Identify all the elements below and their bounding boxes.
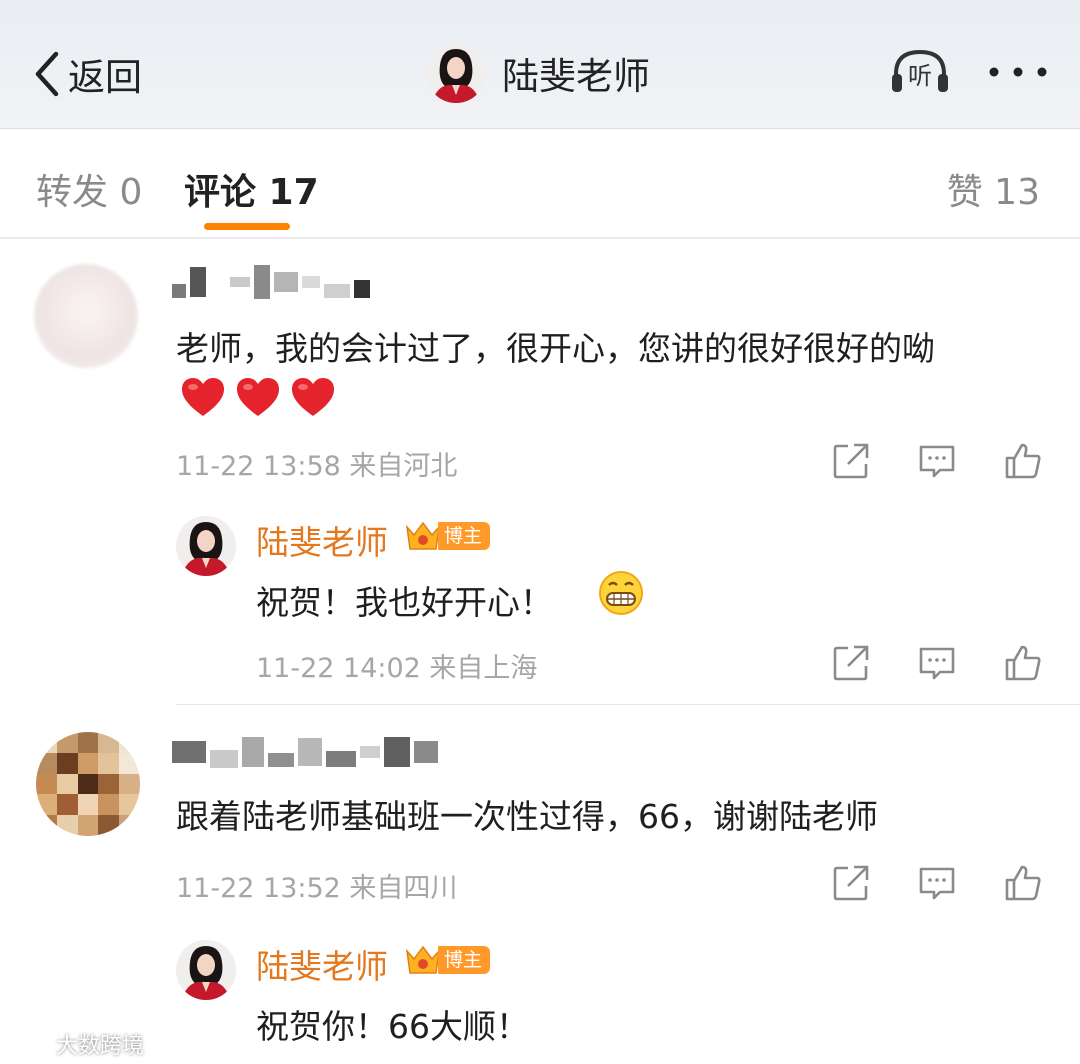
reply-author-avatar[interactable] xyxy=(176,516,236,576)
active-tab-indicator xyxy=(204,223,290,230)
like-icon[interactable] xyxy=(1004,442,1042,480)
tab-comments[interactable]: 评论 17 xyxy=(184,163,319,215)
like-icon[interactable] xyxy=(1004,864,1042,902)
comment-text: 老师，我的会计过了，很开心，您讲的很好很好的呦 xyxy=(176,329,935,368)
profile-avatar[interactable] xyxy=(426,43,486,103)
grin-emoji xyxy=(599,571,643,615)
page-title: 陆斐老师 xyxy=(502,55,650,98)
like-icon[interactable] xyxy=(1004,644,1042,682)
repost-icon[interactable] xyxy=(832,864,870,902)
comment-icon[interactable] xyxy=(918,644,956,682)
comment-text: 跟着陆老师基础班一次性过得，66，谢谢陆老师 xyxy=(176,797,878,836)
back-label: 返回 xyxy=(68,56,142,99)
crown-icon xyxy=(405,945,441,974)
comment-icon[interactable] xyxy=(918,864,956,902)
tab-forward[interactable]: 转发 0 xyxy=(36,163,142,215)
comment-actions xyxy=(832,442,1042,480)
badge-label: 博主 xyxy=(438,522,491,550)
reply-actions xyxy=(832,644,1042,682)
comment-meta: 11-22 13:58 来自河北 xyxy=(176,451,458,482)
repost-icon[interactable] xyxy=(832,442,870,480)
back-button[interactable]: 返回 xyxy=(30,46,142,102)
badge-label: 博主 xyxy=(438,946,491,974)
reply-text: 祝贺！我也好开心！ xyxy=(256,583,553,622)
commenter-avatar[interactable] xyxy=(36,732,140,836)
listen-button[interactable]: 听 xyxy=(888,44,952,100)
watermark-logo-icon xyxy=(10,1034,48,1054)
blogger-badge: 博主 xyxy=(404,520,491,552)
top-nav-bar: 返回 陆斐老师 听 xyxy=(0,0,1080,129)
reply-author-name[interactable]: 陆斐老师 xyxy=(256,940,388,988)
reply-meta: 11-22 14:02 来自上海 xyxy=(256,653,538,684)
reply-author-avatar[interactable] xyxy=(176,940,236,1000)
profile-title[interactable]: 陆斐老师 xyxy=(426,42,650,104)
comment-icon[interactable] xyxy=(918,442,956,480)
comment-emoji-row xyxy=(180,376,345,418)
tab-likes[interactable]: 赞 13 xyxy=(947,163,1040,215)
blogger-badge: 博主 xyxy=(404,944,491,976)
heart-emoji xyxy=(292,378,334,416)
comment-divider xyxy=(176,704,1080,705)
commenter-name-redacted[interactable] xyxy=(172,262,370,302)
comment-meta: 11-22 13:52 来自四川 xyxy=(176,873,458,904)
watermark: 大数跨境 xyxy=(8,1028,144,1060)
listen-label: 听 xyxy=(908,62,932,90)
heart-emoji xyxy=(182,378,224,416)
comment-actions xyxy=(832,864,1042,902)
comment-tabs: 转发 0 评论 17 赞 13 xyxy=(0,129,1080,239)
chevron-left-icon xyxy=(35,51,59,97)
heart-emoji xyxy=(237,378,279,416)
commenter-avatar[interactable] xyxy=(34,264,138,368)
reply-text: 祝贺你！66大顺！ xyxy=(256,1007,529,1046)
repost-icon[interactable] xyxy=(832,644,870,682)
crown-icon xyxy=(405,521,441,550)
more-options-button[interactable] xyxy=(986,52,1050,92)
more-dots-icon xyxy=(989,67,1047,77)
watermark-text: 大数跨境 xyxy=(56,1034,145,1059)
commenter-name-redacted[interactable] xyxy=(172,732,438,772)
reply-author-name[interactable]: 陆斐老师 xyxy=(256,516,388,564)
